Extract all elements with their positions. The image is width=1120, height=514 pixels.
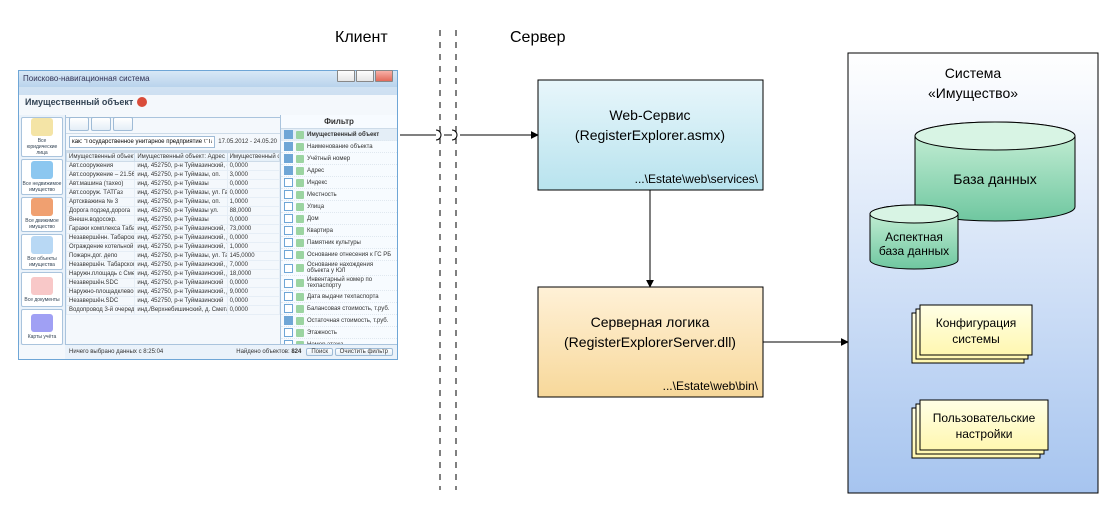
sidebar-item[interactable]: Все документы bbox=[21, 272, 63, 308]
svg-text:База данных: База данных bbox=[953, 171, 1036, 187]
filter-item[interactable]: Учётный номер bbox=[281, 153, 397, 165]
table-row[interactable]: Ограждение котельной Табарскогоинд. 4527… bbox=[67, 243, 280, 252]
table-row[interactable]: Незавершённ. Табарскийинд. 452750, р-н Т… bbox=[67, 234, 280, 243]
table-row[interactable]: Незавершён. Табарскогоинд. 452750, р-н Т… bbox=[67, 261, 280, 270]
center-panel: 17.05.2012 - 24.05.20 Имущественный объе… bbox=[66, 115, 280, 345]
table-row[interactable]: Артскважина № 3инд. 452750, р-н Туймазы,… bbox=[67, 198, 280, 207]
sidebar-item[interactable]: Все объекты имущества bbox=[21, 234, 63, 270]
filter-item[interactable]: Основание отнесения к ГС РБ bbox=[281, 249, 397, 261]
filter-item[interactable]: Имущественный объект bbox=[281, 129, 397, 141]
status-text: Ничего выбрано данных с 8:25:04 bbox=[69, 349, 163, 355]
toolbar-forward-button[interactable] bbox=[91, 117, 111, 131]
grid-column-header[interactable]: Имущественный объект: Адрес bbox=[135, 153, 227, 162]
table-row[interactable]: Внешн.водосокр.инд. 452750, р-н Туймазы0… bbox=[67, 216, 280, 225]
search-button[interactable]: Поиск bbox=[306, 348, 333, 356]
zone-label-server: Сервер bbox=[510, 29, 566, 46]
filter-item[interactable]: Инвентарный номер по техпаспорту bbox=[281, 276, 397, 291]
sidebar-item[interactable]: Все недвижимое имущество bbox=[21, 159, 63, 195]
sidebar-item[interactable]: Карты учёта bbox=[21, 309, 63, 345]
status-count-label: Найдено объектов: bbox=[236, 349, 289, 355]
table-row[interactable]: Гаражи комплекса Табанскиеинд. 452750, р… bbox=[67, 225, 280, 234]
window-title: Поисково-навигационная система bbox=[23, 71, 150, 87]
filter-item[interactable]: Балансовая стоимость, т.руб. bbox=[281, 303, 397, 315]
filter-item[interactable]: Этажность bbox=[281, 327, 397, 339]
system-box: Система «Имущество» База данных Аспектна… bbox=[848, 53, 1098, 493]
filter-panel: Фильтр Имущественный объектНаименование … bbox=[280, 115, 397, 345]
svg-text:Система: Система bbox=[945, 65, 1002, 81]
table-row[interactable]: Пожарн.дог. депоинд. 452750, р-н Туймазы… bbox=[67, 252, 280, 261]
sidebar-item[interactable]: Все движимое имущество bbox=[21, 197, 63, 233]
svg-text:Конфигурация: Конфигурация bbox=[936, 316, 1017, 330]
svg-text:системы: системы bbox=[952, 332, 1000, 346]
svg-text:...\Estate\web\bin\: ...\Estate\web\bin\ bbox=[663, 379, 759, 393]
client-screenshot: Поисково-навигационная система Имуществе… bbox=[18, 70, 398, 360]
doc-config: Конфигурация системы bbox=[912, 305, 1032, 363]
svg-text:«Имущество»: «Имущество» bbox=[928, 85, 1018, 101]
status-bar: Ничего выбрано данных с 8:25:04 Найдено … bbox=[65, 344, 397, 359]
table-row[interactable]: Наружно-площадклево 2 очередьинд. 452750… bbox=[67, 288, 280, 297]
filter-item[interactable]: Квартира bbox=[281, 225, 397, 237]
svg-text:(RegisterExplorerServer.dll): (RegisterExplorerServer.dll) bbox=[564, 334, 736, 350]
filter-item[interactable]: Остаточная стоимость, т.руб. bbox=[281, 315, 397, 327]
toolbar-back-button[interactable] bbox=[69, 117, 89, 131]
svg-text:(RegisterExplorer.asmx): (RegisterExplorer.asmx) bbox=[575, 127, 725, 143]
svg-text:Серверная логика: Серверная логика bbox=[591, 314, 710, 330]
svg-text:база данных: база данных bbox=[879, 244, 949, 258]
filter-item[interactable]: Основание нахождения объекта у ЮЛ bbox=[281, 261, 397, 276]
table-row[interactable]: Наружн.площадь с Сметаниноинд. 452750, р… bbox=[67, 270, 280, 279]
clear-filter-button[interactable]: Очистить фильтр bbox=[335, 348, 393, 356]
table-row[interactable]: Водопровод 3-й очередиинд./Верхнебишинск… bbox=[67, 306, 280, 315]
search-bar: 17.05.2012 - 24.05.20 bbox=[66, 134, 280, 151]
status-count: 824 bbox=[291, 349, 301, 355]
svg-text:настройки: настройки bbox=[956, 427, 1013, 441]
toolbar bbox=[66, 115, 280, 134]
sidebar: Все юридические лицаВсе недвижимое имуще… bbox=[19, 115, 66, 345]
search-date: 17.05.2012 - 24.05.20 bbox=[218, 139, 277, 145]
filter-item[interactable]: Улица bbox=[281, 201, 397, 213]
svg-text:Web-Сервис: Web-Сервис bbox=[609, 107, 690, 123]
filter-item[interactable]: Местность bbox=[281, 189, 397, 201]
sidebar-item[interactable]: Все юридические лица bbox=[21, 117, 63, 157]
grid-column-header[interactable]: Имущественный объект: Наименование объек… bbox=[67, 153, 135, 162]
window-controls[interactable] bbox=[336, 70, 393, 88]
filter-item[interactable]: Индекс bbox=[281, 177, 397, 189]
server-logic-box: Серверная логика (RegisterExplorerServer… bbox=[538, 287, 763, 397]
zone-label-client: Клиент bbox=[335, 29, 388, 46]
filter-title: Фильтр bbox=[281, 115, 397, 129]
results-grid[interactable]: Имущественный объект: Наименование объек… bbox=[66, 151, 280, 345]
toolbar-refresh-button[interactable] bbox=[113, 117, 133, 131]
table-row[interactable]: Авт.сооруж. ТАТГазинд. 452750, р-н Туйма… bbox=[67, 189, 280, 198]
table-row[interactable]: Дорога подзед.дорогаинд. 452750, р-н Туй… bbox=[67, 207, 280, 216]
db-aspect: Аспектная база данных bbox=[870, 205, 958, 269]
table-row[interactable]: Авт.машина (тахео)инд. 452750, р-н Туйма… bbox=[67, 180, 280, 189]
page-title: Имущественный объект bbox=[25, 97, 133, 107]
svg-text:Пользовательские: Пользовательские bbox=[933, 411, 1036, 425]
grid-column-header[interactable]: Имущественный объект: Остаточная стоимос… bbox=[227, 153, 279, 162]
svg-text:...\Estate\web\services\: ...\Estate\web\services\ bbox=[635, 172, 759, 186]
web-service-box: Web-Сервис (RegisterExplorer.asmx) ...\E… bbox=[538, 80, 763, 190]
filter-item[interactable]: Наименование объекта bbox=[281, 141, 397, 153]
table-row[interactable]: Незавершён.SDСинд. 452750, р-н Туймазинс… bbox=[67, 297, 280, 306]
filter-item[interactable]: Адрес bbox=[281, 165, 397, 177]
filter-item[interactable]: Дата выдачи техпаспорта bbox=[281, 291, 397, 303]
svg-text:Аспектная: Аспектная bbox=[885, 230, 943, 244]
filter-item[interactable]: Дом bbox=[281, 213, 397, 225]
table-row[interactable]: Авт.сооруженияинд. 452750, р-н Туймазинс… bbox=[67, 162, 280, 171]
table-row[interactable]: Незавершён.SDСинд. 452750, р-н Туймазинс… bbox=[67, 279, 280, 288]
window-titlebar: Поисково-навигационная система bbox=[19, 71, 397, 87]
doc-user: Пользовательские настройки bbox=[912, 400, 1048, 458]
table-row[interactable]: Авт.сооружение – 21.56,31кв. Нурмамб.инд… bbox=[67, 171, 280, 180]
filter-item[interactable]: Памятник культуры bbox=[281, 237, 397, 249]
close-tab-icon[interactable] bbox=[137, 97, 147, 107]
search-input[interactable] bbox=[69, 136, 215, 148]
